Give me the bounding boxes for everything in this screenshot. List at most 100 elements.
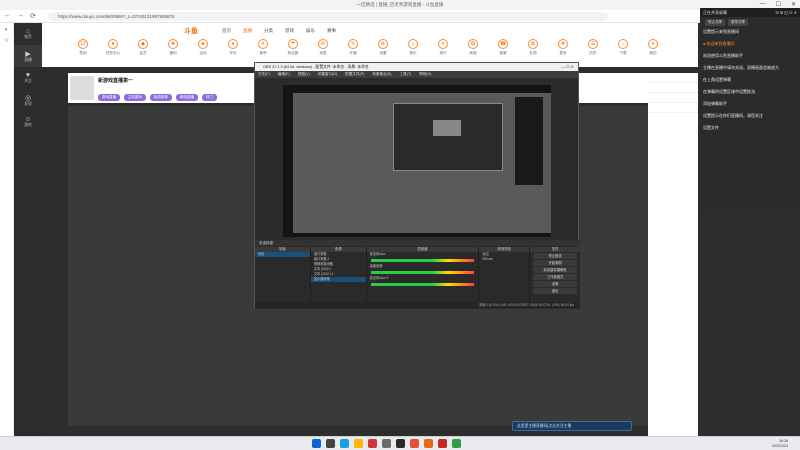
top-icon-item[interactable]: ♫ 音乐 [400,39,426,56]
share-action-button[interactable]: 暂停共享 [728,19,748,26]
share-action-button[interactable]: 停止共享 [705,19,725,26]
top-icon-item[interactable]: 12 签到 [70,39,96,56]
chat-input[interactable]: 这里是主播直播间|点击关注主播 [512,421,632,431]
top-icon-item[interactable]: ☎ 客服 [490,39,516,56]
top-item-label: 鱼吧 [259,51,267,55]
address-input[interactable]: https://www.douyu.com/9600866?_t=2274013… [48,12,608,21]
obs-menu-item[interactable]: 帮助(H) [419,71,431,78]
obs-menu-item[interactable]: 工具(T) [399,71,411,78]
obs-menu-item[interactable]: 停靠窗口(D) [318,71,337,78]
profile-icon[interactable]: ◐ [0,27,13,33]
top-icon-item[interactable]: ✉ 消息 [310,39,336,56]
reload-button[interactable]: ⟳ [30,12,36,20]
top-icon-item[interactable]: ☰ 历史 [580,39,606,56]
obs-menu-item[interactable]: 编辑(E) [278,71,290,78]
top-icon-item[interactable]: ✈ 鱼吧 [250,39,276,56]
top-item-icon: ♫ [408,39,418,49]
site-logo[interactable]: 斗鱼 [184,26,198,36]
top-link[interactable]: 分类 [264,28,273,34]
top-item-label: 粉丝团 [287,51,299,55]
taskbar-app-icon[interactable] [410,439,419,448]
top-link[interactable]: 赛事 [327,28,336,34]
top-item-icon: ✦ [648,39,658,49]
top-icon-item[interactable]: ◆ 会员 [130,39,156,56]
obs-preview[interactable] [283,85,551,237]
top-icon-item[interactable]: ✦ 我的 [640,39,666,56]
sidebar-item-3[interactable]: ◎ 发现 [14,89,42,111]
top-icon-item[interactable]: ♣ 活动 [190,39,216,56]
obs-menu-item[interactable]: 配置文件(P) [345,71,364,78]
taskbar-app-icon[interactable] [326,439,335,448]
taskbar: 16:36 2022/1/24 [0,436,800,450]
virtual-camera-button[interactable]: 启动虚拟摄像机 [533,267,577,273]
top-icon-item[interactable]: ✪ 商城 [460,39,486,56]
streamer-tag[interactable]: 游戏直播 [98,94,120,101]
taskbar-clock[interactable]: 16:36 2022/1/24 [772,439,788,448]
top-icon-item[interactable]: ✚ 福利 [160,39,186,56]
top-icon-item[interactable]: ☀ 排行 [430,39,456,56]
top-icon-item[interactable]: ✎ 开播 [340,39,366,56]
taskbar-app-icon[interactable] [424,439,433,448]
obs-menu-item[interactable]: 视图(V) [298,71,310,78]
taskbar-app-icon[interactable] [382,439,391,448]
top-item-icon: ✉ [318,39,328,49]
top-icon-item[interactable]: ☂ 粉丝团 [280,39,306,56]
top-icon-item[interactable]: ⚙ 设置 [370,39,396,56]
top-icon-item[interactable]: ♦ 车队 [220,39,246,56]
share-message: 设置提示在你们直播间，请您关注 [703,113,763,118]
clock-date: 2022/1/24 [772,443,788,448]
top-link[interactable]: 直播 [243,28,252,34]
streamer-tag[interactable]: 热门 [202,94,217,101]
taskbar-app-icon[interactable] [368,439,377,448]
start-recording-button[interactable]: 开始录制 [533,260,577,266]
taskbar-app-icon[interactable] [452,439,461,448]
back-button[interactable]: ← [4,12,11,20]
top-item-icon: ♣ [198,39,208,49]
studio-mode-button[interactable]: 工作室模式 [533,274,577,280]
obs-menu-item[interactable]: 场景集合(S) [372,71,391,78]
settings-button[interactable]: 设置 [533,281,577,287]
obs-window-controls[interactable]: — ☐ ✕ [562,63,579,71]
top-item-label: 商城 [469,51,477,55]
taskbar-app-icon[interactable] [312,439,321,448]
top-item-icon: ✎ [348,39,358,49]
favorites-icon[interactable]: ☆ [0,37,13,44]
minimize-button[interactable]: — [760,1,766,8]
transition-duration[interactable]: 300 ms [479,257,529,262]
obs-menu-item[interactable]: 文件(F) [258,71,270,78]
close-button[interactable]: ✕ [791,1,796,8]
sidebar-item-1[interactable]: ▶ 直播 [14,45,42,67]
maximize-button[interactable]: ☐ [776,1,781,8]
scene-item[interactable]: 场景 [255,252,310,257]
top-icon-item[interactable]: ★ 任务中心 [100,39,126,56]
exit-button[interactable]: 退出 [533,288,577,294]
taskbar-app-icon[interactable] [396,439,405,448]
sidebar-item-0[interactable]: ⌂ 推荐 [14,23,42,45]
top-icon-item[interactable]: ✿ 礼物 [520,39,546,56]
streamer-tag[interactable]: 新游推荐 [150,94,172,101]
share-message: 主播在直播中请勿关闭，直播画面会被放大 [703,65,779,70]
top-link[interactable]: 游戏 [285,28,294,34]
taskbar-app-icon[interactable] [438,439,447,448]
top-link[interactable]: 首页 [222,28,231,34]
audio-meter [370,259,475,262]
avatar[interactable] [70,76,94,100]
forward-button[interactable]: → [17,12,24,20]
top-icon-item[interactable]: ❖ 更多 [550,39,576,56]
share-messages: 设置提示来到直播间 ● 欢迎来到直播间 欢迎使用斗鱼直播助手 主播在直播中请勿关闭，直… [700,26,800,134]
taskbar-app-icon[interactable] [354,439,363,448]
top-icon-item[interactable]: ☼ 下载 [610,39,636,56]
source-item[interactable]: 显示器采集 [310,277,366,282]
stop-stream-button[interactable]: 停止推流 [533,253,577,259]
sidebar-item-4[interactable]: ☺ 我的 [14,111,42,133]
audio-meter [370,283,475,286]
top-item-icon: ◆ [138,39,148,49]
top-link[interactable]: 娱乐 [306,28,315,34]
taskbar-app-icon[interactable] [340,439,349,448]
streamer-tags: 游戏直播 主机游戏 新游推荐 精品直播 热门 [98,94,217,101]
nav-icon: ▶ [25,50,31,58]
streamer-tag[interactable]: 主机游戏 [124,94,146,101]
streamer-tag[interactable]: 精品直播 [176,94,198,101]
streamer-name: 新游戏直播第一 [98,78,134,84]
sidebar-item-2[interactable]: ♥ 关注 [14,67,42,89]
